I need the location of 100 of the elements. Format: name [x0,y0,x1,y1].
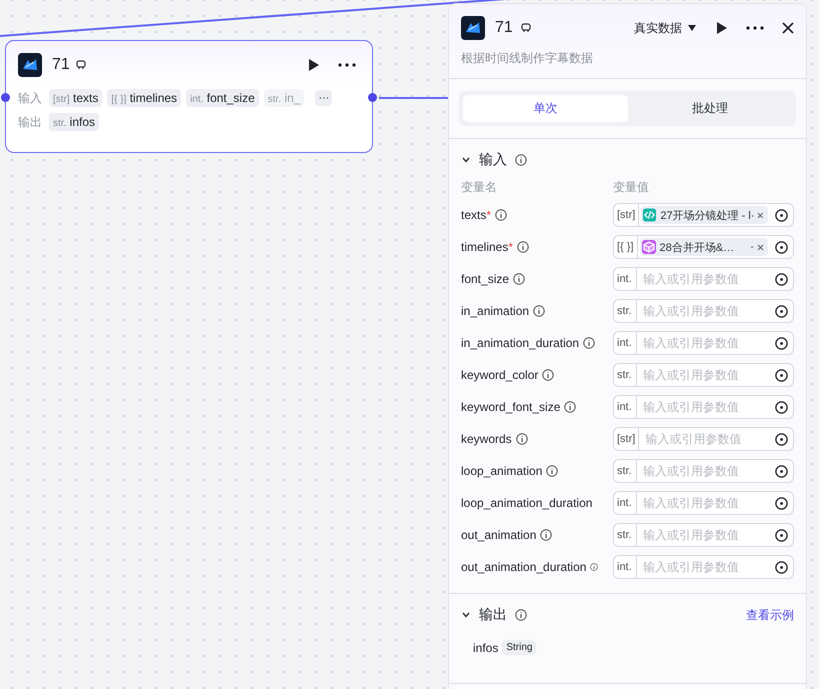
reference-tag[interactable]: 27开场分镜处理 - l· [641,206,768,224]
type-label: [{ }] [614,236,638,258]
value-input[interactable]: 输入或引用参数值 [637,396,770,418]
variable-chip: str. in_ [264,89,304,107]
node-badge-icon [76,60,86,70]
value-field[interactable]: str. 输入或引用参数值 [613,523,794,547]
type-label: int. [614,556,637,578]
connection-line [379,97,450,99]
variable-picker-icon [775,272,788,286]
output-name: infos [473,640,498,654]
section-title: 输出 [479,606,507,624]
parameter-name: timelines* [461,240,514,254]
value-input[interactable]: 输入或引用参数值 [637,524,770,546]
parameter-name: font_size [461,272,510,286]
value-field[interactable]: int. 输入或引用参数值 [613,267,794,291]
type-label: str. [614,300,637,322]
info-icon [564,401,576,413]
info-icon [590,563,598,571]
play-icon[interactable] [306,58,320,72]
variable-picker-icon [775,304,788,318]
input-port[interactable] [1,93,10,102]
value-field[interactable]: int. 输入或引用参数值 [613,491,794,515]
value-input[interactable]: 输入或引用参数值 [637,364,770,386]
parameter-name: out_animation_duration [461,560,586,574]
column-header: 变量名 [461,178,498,196]
parameter-name: loop_animation [461,464,542,478]
node-logo-icon [461,16,485,40]
value-field[interactable]: [{ }] 28合并开场&… - [613,235,794,259]
variable-chip: int. font_size [186,89,259,107]
info-icon [542,369,554,381]
node-badge-icon [520,23,531,33]
value-input[interactable]: 输入或引用参数值 [637,332,770,354]
variable-picker-icon [775,496,788,510]
parameter-name: out_animation [461,528,536,542]
output-port[interactable] [368,93,377,102]
info-icon [495,209,508,221]
node-logo-icon [18,53,42,77]
value-field[interactable]: int. 输入或引用参数值 [613,555,794,579]
tab[interactable]: 批处理 [628,95,792,122]
variable-picker-icon [775,400,788,414]
close-icon[interactable] [782,22,794,34]
parameter-name: in_animation [461,304,530,318]
more-button[interactable]: ··· [315,90,332,106]
info-icon [515,609,527,621]
row-label: 输出 [18,114,42,130]
reference-tag[interactable]: 28合并开场&… - [640,238,768,256]
variable-picker-icon [775,368,788,382]
parameter-name: loop_animation_duration [461,496,592,510]
value-field[interactable]: [str] 输入或引用参数值 [613,427,794,451]
variable-picker-icon [775,560,788,574]
variable-chip: [{ }] timelines [107,89,182,107]
type-label: int. [614,268,637,290]
info-icon [517,241,530,253]
variable-picker-icon [775,432,788,446]
variable-picker-icon [775,336,788,350]
remove-icon [757,212,764,218]
value-field[interactable]: str. 输入或引用参数值 [613,459,794,483]
play-icon[interactable] [714,21,728,35]
type-label: str. [614,460,637,482]
info-icon [546,465,558,477]
section-title: 输入 [479,151,507,169]
more-icon[interactable] [338,63,356,67]
node-title: 71 [52,56,70,74]
value-input[interactable]: 输入或引用参数值 [637,268,770,290]
value-field[interactable]: str. 输入或引用参数值 [613,299,794,323]
variable-picker-icon [775,464,788,478]
remove-icon [757,244,764,250]
panel-title: 71 [495,19,513,37]
type-label: str. [614,524,637,546]
info-icon [533,305,546,317]
parameter-name: texts* [461,208,492,222]
info-icon [583,337,596,349]
variable-chip: str. infos [49,113,100,131]
value-input[interactable]: 输入或引用参数值 [639,428,770,450]
parameter-name: keywords [461,432,512,446]
more-icon[interactable] [746,26,764,30]
value-field[interactable]: str. 输入或引用参数值 [613,363,794,387]
value-field[interactable]: [str] 27开场分镜处理 - l· [613,203,794,227]
value-input[interactable]: 输入或引用参数值 [637,556,770,578]
view-example-link[interactable]: 查看示例 [746,606,794,624]
node-description: 根据时间线制作字幕数据 [461,50,594,67]
value-input[interactable]: 输入或引用参数值 [637,300,770,322]
variable-picker-icon [775,528,788,542]
tab[interactable]: 单次 [463,95,628,122]
value-input[interactable]: 输入或引用参数值 [637,460,770,482]
caret-icon [688,25,696,31]
info-icon [540,529,552,541]
type-tag: String [502,640,536,655]
value-input[interactable]: 输入或引用参数值 [637,492,770,514]
variable-picker-icon [775,208,788,222]
parameter-name: keyword_color [461,368,538,382]
info-icon [513,273,526,285]
type-label: int. [614,492,637,514]
parameter-name: keyword_font_size [461,400,560,414]
variable-chip: [str] texts [49,89,102,107]
reference-suffix: - [750,241,754,253]
value-field[interactable]: int. 输入或引用参数值 [613,395,794,419]
value-field[interactable]: int. 输入或引用参数值 [613,331,794,355]
data-mode-dropdown[interactable]: 真实数据 [634,20,696,36]
info-icon [515,154,527,166]
